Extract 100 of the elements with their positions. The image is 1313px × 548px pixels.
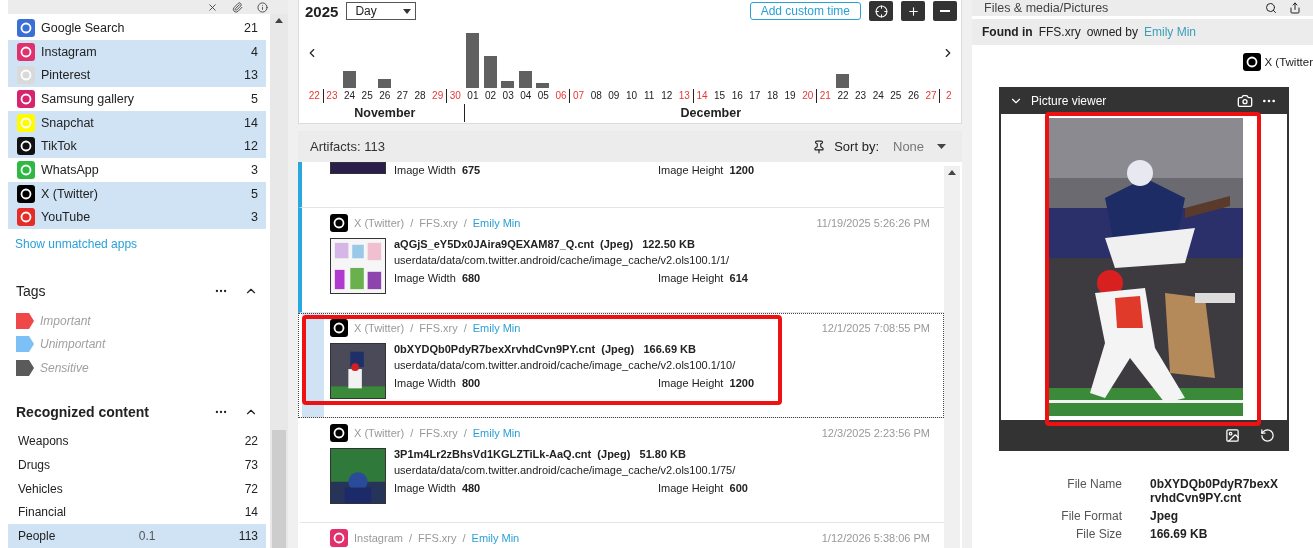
day-label[interactable]: 19 bbox=[780, 89, 799, 103]
day-label[interactable]: 29 bbox=[428, 89, 446, 103]
day-label[interactable]: 25 bbox=[886, 89, 905, 103]
scroll-up-icon[interactable] bbox=[275, 18, 283, 23]
zoom-in-button[interactable] bbox=[901, 1, 925, 21]
app-list-item[interactable]: Pinterest 13 bbox=[8, 63, 266, 88]
day-label[interactable]: 03 bbox=[498, 89, 517, 103]
day-label[interactable]: 13 bbox=[675, 89, 693, 103]
info-icon[interactable] bbox=[257, 1, 268, 13]
day-label[interactable]: 02 bbox=[481, 89, 499, 103]
content-list-item[interactable]: Financial 14 bbox=[8, 500, 266, 525]
search-icon[interactable] bbox=[1265, 2, 1277, 14]
app-list-item[interactable]: Snapchat 14 bbox=[8, 110, 266, 135]
sort-label: Sort by: bbox=[834, 139, 879, 154]
app-count: 5 bbox=[251, 91, 258, 106]
rotate-icon[interactable] bbox=[1260, 428, 1275, 443]
scroll-up-icon[interactable] bbox=[948, 170, 956, 175]
file-title: 3P1m4Lr2zBhsVd1KGLZTiLk-AaQ.cnt (Jpeg) 51.80 KB bbox=[394, 448, 687, 460]
app-list-item[interactable]: Samsung gallery 5 bbox=[8, 87, 266, 111]
day-label[interactable]: 26 bbox=[904, 89, 922, 103]
year-label: 2025 bbox=[305, 2, 339, 20]
granularity-dropdown[interactable]: Day bbox=[346, 2, 417, 20]
locate-button[interactable] bbox=[869, 1, 893, 21]
image-width: Image Width 800 bbox=[394, 377, 482, 389]
app-list-item[interactable]: Google Search 21 bbox=[8, 16, 266, 40]
path-separator: / bbox=[463, 427, 467, 439]
day-label[interactable]: 26 bbox=[375, 89, 394, 103]
content-count: 73 bbox=[244, 458, 258, 472]
day-label[interactable]: 18 bbox=[763, 89, 781, 103]
viewer-title: Picture viewer bbox=[1031, 93, 1108, 108]
content-list-item[interactable]: Drugs 73 bbox=[8, 453, 266, 477]
file-path: userdata/data/com.twitter.android/cache/image_cache/v2.ols100.1/10/ bbox=[394, 359, 737, 371]
source-name: FFS.xry bbox=[419, 427, 458, 439]
day-label[interactable]: 09 bbox=[604, 89, 623, 103]
day-label[interactable]: 21 bbox=[816, 89, 834, 103]
image-width: Image Width 675 bbox=[394, 164, 482, 176]
day-label[interactable]: 30 bbox=[445, 89, 464, 103]
caret-icon[interactable] bbox=[937, 144, 946, 149]
app-list-item[interactable]: TikTok 12 bbox=[8, 134, 266, 159]
app-list-item[interactable]: YouTube 3 bbox=[8, 205, 266, 230]
sort-value[interactable]: None bbox=[893, 139, 929, 154]
day-label[interactable]: 15 bbox=[710, 89, 728, 103]
camera-icon[interactable] bbox=[1237, 92, 1253, 109]
app-count: 4 bbox=[251, 44, 258, 59]
app-list-item[interactable]: X (Twitter) 5 bbox=[8, 181, 266, 206]
image-height: Image Height 614 bbox=[658, 272, 748, 284]
day-label[interactable]: 2 bbox=[939, 89, 957, 103]
day-label[interactable]: 24 bbox=[340, 89, 358, 103]
share-icon[interactable] bbox=[1289, 2, 1301, 14]
app-count: 5 bbox=[251, 186, 258, 201]
day-label[interactable]: 07 bbox=[569, 89, 587, 103]
app-name: X (Twitter) bbox=[41, 186, 99, 201]
content-label: Financial bbox=[18, 505, 68, 520]
pin-icon[interactable] bbox=[812, 139, 827, 154]
content-list-item[interactable]: Vehicles 72 bbox=[8, 476, 266, 501]
day-label[interactable]: 12 bbox=[657, 89, 676, 103]
scrollbar[interactable] bbox=[944, 166, 960, 548]
day-label[interactable]: 27 bbox=[921, 89, 940, 103]
content-list-item[interactable]: People 0.1 113 bbox=[8, 524, 266, 548]
minus-icon bbox=[940, 10, 950, 12]
day-label[interactable]: 28 bbox=[410, 89, 429, 103]
app-count: 3 bbox=[251, 162, 258, 177]
day-label[interactable]: 10 bbox=[622, 89, 640, 103]
paperclip-icon[interactable] bbox=[232, 1, 243, 13]
day-label[interactable]: 25 bbox=[357, 89, 376, 103]
day-label[interactable]: 22 bbox=[833, 89, 852, 103]
app-list-item[interactable]: Instagram 4 bbox=[8, 39, 266, 64]
path-separator: / bbox=[410, 427, 414, 439]
day-label[interactable]: 05 bbox=[534, 89, 552, 103]
day-label[interactable]: 22 bbox=[305, 89, 323, 103]
day-label[interactable]: 04 bbox=[516, 89, 535, 103]
artifact-card[interactable]: Image Width 675 Image Height 1200 bbox=[298, 162, 944, 208]
day-label[interactable]: 01 bbox=[463, 89, 482, 103]
app-count: 13 bbox=[244, 68, 258, 83]
day-label[interactable]: 24 bbox=[868, 89, 887, 103]
day-label[interactable]: 11 bbox=[639, 89, 658, 103]
day-label[interactable]: 14 bbox=[692, 89, 711, 103]
close-icon[interactable] bbox=[207, 1, 218, 13]
artifact-card[interactable] bbox=[298, 208, 944, 313]
image-icon[interactable] bbox=[1225, 428, 1240, 443]
content-count: 14 bbox=[244, 505, 258, 520]
day-label[interactable]: 06 bbox=[551, 89, 570, 103]
zoom-out-button[interactable] bbox=[933, 1, 957, 21]
app-list-item[interactable]: WhatsApp 3 bbox=[8, 158, 266, 182]
day-label[interactable]: 17 bbox=[745, 89, 764, 103]
scrollbar[interactable] bbox=[270, 14, 288, 548]
day-label[interactable]: 08 bbox=[586, 89, 605, 103]
scrollbar-thumb[interactable] bbox=[272, 430, 286, 548]
day-label[interactable]: 20 bbox=[798, 89, 816, 103]
app-name: Instagram bbox=[41, 44, 98, 59]
content-list-item[interactable]: Weapons 22 bbox=[8, 429, 266, 454]
app-name: Snapchat bbox=[41, 115, 95, 130]
day-label[interactable]: 23 bbox=[851, 89, 869, 103]
artifact-card[interactable] bbox=[298, 313, 944, 418]
day-label[interactable]: 23 bbox=[322, 89, 341, 103]
day-label[interactable]: 16 bbox=[727, 89, 746, 103]
content-label: People bbox=[18, 529, 57, 544]
path-separator: / bbox=[410, 322, 414, 334]
content-label: Drugs bbox=[18, 458, 51, 472]
day-label[interactable]: 27 bbox=[393, 89, 411, 103]
